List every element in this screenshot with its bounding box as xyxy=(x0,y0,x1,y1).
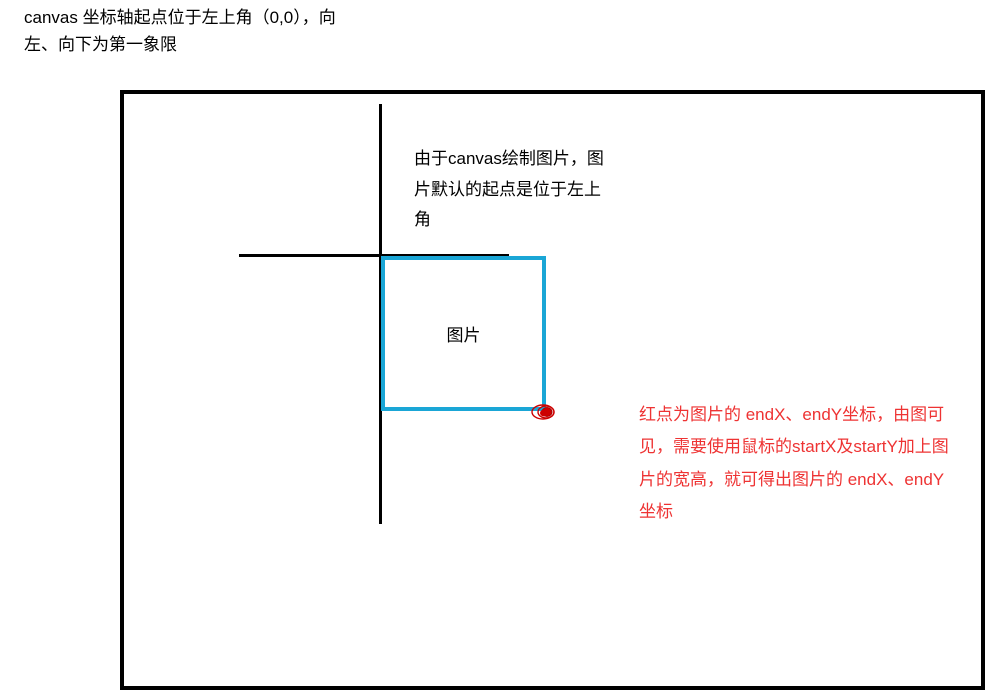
annotation-top: 由于canvas绘制图片，图片默认的起点是位于左上角 xyxy=(414,144,614,236)
title-line-1: canvas 坐标轴起点位于左上角（0,0），向 xyxy=(24,8,336,27)
title-line-2: 左、向下为第一象限 xyxy=(24,35,177,54)
diagram-frame: 由于canvas绘制图片，图片默认的起点是位于左上角 图片 红点为图片的 end… xyxy=(120,90,985,690)
annotation-red: 红点为图片的 endX、endY坐标，由图可见，需要使用鼠标的startX及st… xyxy=(639,399,949,528)
page-title: canvas 坐标轴起点位于左上角（0,0），向 左、向下为第一象限 xyxy=(24,4,336,58)
red-dot-icon xyxy=(529,402,559,422)
image-box: 图片 xyxy=(381,256,546,411)
image-box-label: 图片 xyxy=(447,321,481,346)
